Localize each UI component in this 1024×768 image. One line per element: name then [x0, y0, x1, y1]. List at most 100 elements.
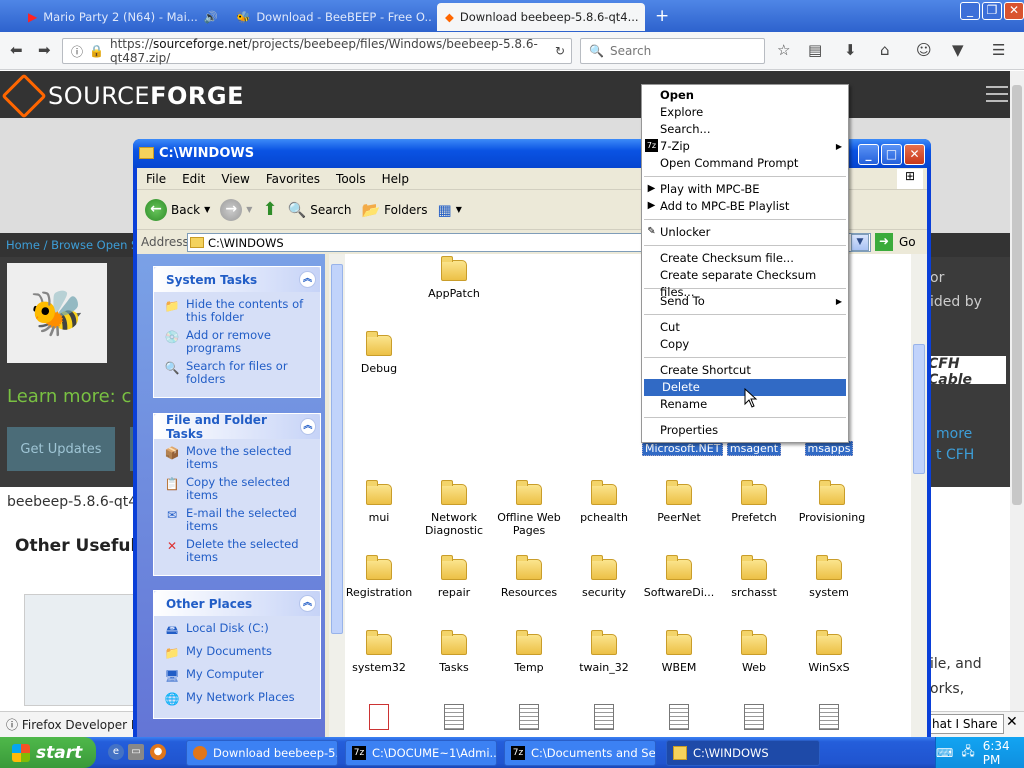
- email-items-link[interactable]: ✉ E-mail the selected items: [164, 507, 314, 533]
- file-item[interactable]: [717, 704, 791, 734]
- search-files-link[interactable]: 🔍 Search for files or folders: [164, 360, 314, 386]
- folder-item[interactable]: security: [567, 555, 641, 599]
- add-remove-programs-link[interactable]: 💿 Add or remove programs: [164, 329, 314, 355]
- file-item[interactable]: [792, 704, 866, 734]
- folder-item[interactable]: Temp: [492, 630, 566, 674]
- bookmark-star-icon[interactable]: ☆: [777, 41, 790, 59]
- context-menu-item-create-shortcut[interactable]: Create Shortcut: [642, 362, 848, 379]
- forward-button[interactable]: → ▼: [220, 198, 252, 221]
- close-icon[interactable]: ✕: [1004, 2, 1024, 20]
- folder-item[interactable]: Debug: [342, 331, 416, 375]
- context-menu-item-play-with-mpc-be[interactable]: ▶ Play with MPC-BE: [642, 181, 848, 198]
- scrollbar-thumb[interactable]: [913, 344, 925, 474]
- learn-more-link[interactable]: Learn more: ch: [7, 386, 143, 407]
- info-icon[interactable]: ⓘ: [71, 43, 83, 60]
- collapse-chevron-icon[interactable]: ︽: [299, 595, 316, 612]
- views-button[interactable]: ▦ ▼: [438, 201, 462, 219]
- context-menu-item-create-separate-checksum-files[interactable]: Create separate Checksum files...: [642, 267, 848, 299]
- context-menu-item-explore[interactable]: Explore: [642, 104, 848, 121]
- copy-items-link[interactable]: 📋 Copy the selected items: [164, 476, 314, 502]
- folders-button[interactable]: 📂 Folders: [361, 201, 427, 219]
- breadcrumb[interactable]: Home / Browse Open So: [6, 238, 145, 252]
- taskbar-task-3[interactable]: C:\WINDOWS: [666, 740, 820, 766]
- folder-item[interactable]: SoftwareDi...: [642, 555, 716, 599]
- menu-favorites[interactable]: Favorites: [266, 172, 320, 186]
- context-menu-item-cut[interactable]: Cut: [642, 319, 848, 336]
- file-item[interactable]: [492, 704, 566, 734]
- my-computer-link[interactable]: 🖥 My Computer: [164, 668, 314, 684]
- my-network-places-link[interactable]: 🌐 My Network Places: [164, 691, 314, 707]
- context-menu-item-open-command-prompt[interactable]: Open Command Prompt: [642, 155, 848, 172]
- up-folder-button[interactable]: ⬆: [262, 199, 277, 220]
- tab-mario-party[interactable]: ▶ Mario Party 2 (N64) - Mai... 🔊 ✕: [20, 3, 225, 31]
- project-thumbnail[interactable]: [24, 594, 134, 706]
- folder-item[interactable]: Web: [717, 630, 791, 674]
- tab-beebeep[interactable]: 🐝 Download - BeeBEEP - Free O... ✕: [228, 3, 433, 31]
- url-bar[interactable]: ⓘ 🔒 https://sourceforge.net/projects/bee…: [62, 37, 572, 65]
- reader-list-icon[interactable]: ▤: [808, 41, 822, 59]
- context-menu-item-search[interactable]: Search...: [642, 121, 848, 138]
- go-button[interactable]: ➜ Go: [875, 233, 916, 251]
- restore-icon[interactable]: ❐: [982, 2, 1002, 20]
- context-menu-item-unlocker[interactable]: ✎ Unlocker: [642, 224, 848, 241]
- file-item[interactable]: [567, 704, 641, 734]
- get-updates-button[interactable]: Get Updates: [7, 427, 115, 471]
- keyboard-icon[interactable]: ⌨: [936, 746, 953, 760]
- hide-contents-link[interactable]: 📁 Hide the contents of this folder: [164, 298, 314, 324]
- context-menu-item-add-to-mpc-be-playlist[interactable]: ▶ Add to MPC-BE Playlist: [642, 198, 848, 215]
- speaker-icon[interactable]: 🔊: [204, 10, 218, 24]
- network-tray-icon[interactable]: 🖧: [961, 742, 974, 763]
- home-icon[interactable]: ⌂: [880, 41, 890, 59]
- collapse-chevron-icon[interactable]: ︽: [299, 418, 316, 435]
- pocket-icon[interactable]: ▼: [952, 41, 964, 59]
- context-menu-item-copy[interactable]: Copy: [642, 336, 848, 353]
- folder-item[interactable]: AppPatch: [417, 256, 491, 300]
- folder-item[interactable]: Network Diagnostic: [417, 480, 491, 537]
- context-menu-item-7-zip[interactable]: 7z 7-Zip ▶: [642, 138, 848, 155]
- menu-help[interactable]: Help: [382, 172, 409, 186]
- reload-icon[interactable]: ↻: [555, 44, 565, 58]
- delete-items-link[interactable]: ✕ Delete the selected items: [164, 538, 314, 564]
- maximize-icon[interactable]: □: [881, 144, 902, 165]
- context-menu-item-send-to[interactable]: Send To ▶: [642, 293, 848, 310]
- firefox-quicklaunch-icon[interactable]: ●: [150, 744, 166, 760]
- folder-item[interactable]: WBEM: [642, 630, 716, 674]
- folder-item[interactable]: system: [792, 555, 866, 599]
- context-menu-item-open[interactable]: Open: [642, 87, 848, 104]
- menu-icon[interactable]: ☰: [992, 41, 1005, 59]
- context-menu-item-properties[interactable]: Properties: [642, 422, 848, 439]
- ie-quicklaunch-icon[interactable]: e: [108, 744, 124, 760]
- sidebar-more-link[interactable]: more t CFH: [936, 424, 974, 466]
- file-item[interactable]: [342, 704, 416, 734]
- file-pane-scrollbar[interactable]: [911, 254, 927, 739]
- back-button[interactable]: ← Back ▼: [145, 198, 210, 221]
- start-button[interactable]: start: [0, 737, 96, 768]
- folder-item[interactable]: twain_32: [567, 630, 641, 674]
- address-dropdown-icon[interactable]: ▼: [851, 234, 869, 251]
- folder-item[interactable]: Registration: [342, 555, 416, 599]
- sourceforge-logo[interactable]: SOURCEFORGE: [1, 73, 244, 119]
- file-item[interactable]: [417, 704, 491, 734]
- folder-item[interactable]: PeerNet: [642, 480, 716, 524]
- menu-tools[interactable]: Tools: [336, 172, 366, 186]
- close-icon[interactable]: ✕: [904, 144, 925, 165]
- file-item[interactable]: [642, 704, 716, 734]
- folder-item[interactable]: Offline Web Pages: [492, 480, 566, 537]
- notification-close-icon[interactable]: ✕: [1006, 714, 1018, 730]
- back-icon[interactable]: ⬅: [10, 41, 23, 59]
- my-documents-link[interactable]: 📁 My Documents: [164, 645, 314, 661]
- share-button[interactable]: hat I Share: [925, 714, 1005, 734]
- download-icon[interactable]: ⬇: [844, 41, 857, 59]
- folder-item-selected[interactable]: msapps: [792, 441, 866, 456]
- folder-item[interactable]: repair: [417, 555, 491, 599]
- folder-item[interactable]: Resources: [492, 555, 566, 599]
- folder-item[interactable]: mui: [342, 480, 416, 524]
- folder-item[interactable]: pchealth: [567, 480, 641, 524]
- other-places-header[interactable]: Other Places ︽: [154, 591, 320, 616]
- taskbar-task-0[interactable]: Download beebeep-5...: [186, 740, 338, 766]
- forward-icon[interactable]: ➡: [38, 41, 51, 59]
- system-tasks-header[interactable]: System Tasks ︽: [154, 267, 320, 292]
- folder-item[interactable]: WinSxS: [792, 630, 866, 674]
- folder-item-selected[interactable]: msagent: [717, 441, 791, 456]
- smiley-icon[interactable]: ☺: [916, 41, 932, 59]
